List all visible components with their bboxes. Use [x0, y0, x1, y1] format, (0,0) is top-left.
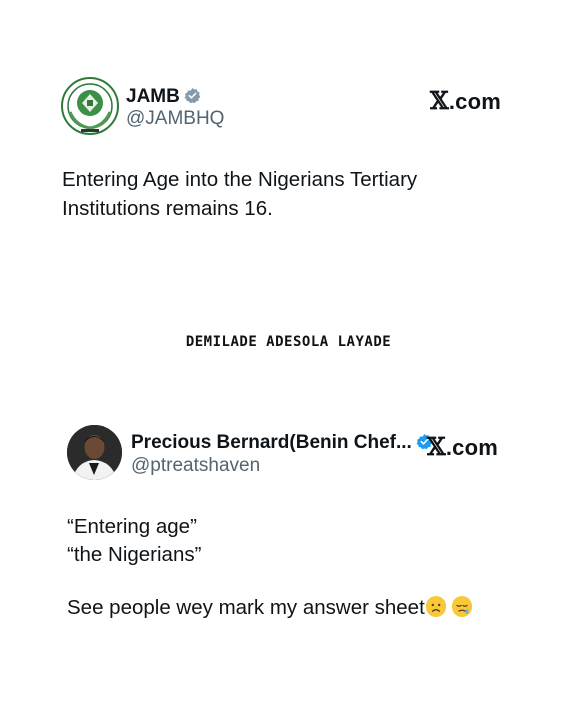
chef-avatar-icon — [67, 425, 122, 480]
reply-quote-line-2: “the Nigerians” — [67, 543, 202, 566]
reply-comment-text: See people wey mark my answer sheet — [67, 596, 425, 619]
x-com-suffix: .com — [448, 89, 501, 114]
account-handle[interactable]: @JAMBHQ — [126, 108, 224, 130]
reply-avatar[interactable] — [67, 425, 122, 480]
tweet-text: Entering Age into the Nigerians Tertiary… — [62, 168, 418, 220]
frowning-face-emoji — [425, 596, 446, 617]
reply-x-com-logo: 𝕏.com — [427, 432, 498, 461]
account-name[interactable]: JAMB — [126, 86, 201, 108]
reply-account-name-text: Precious Bernard(Benin Chef... — [131, 432, 412, 453]
pouting-face-emoji — [452, 596, 473, 617]
x-logo-icon: 𝕏 — [427, 432, 446, 461]
verified-gray-icon — [184, 88, 201, 104]
reply-comment: See people wey mark my answer sheet — [67, 593, 473, 622]
x-logo-icon: 𝕏 — [430, 86, 449, 115]
account-name-text: JAMB — [126, 86, 180, 107]
reply-account-name[interactable]: Precious Bernard(Benin Chef... — [131, 432, 433, 454]
jamb-logo-icon — [61, 77, 119, 135]
x-com-suffix: .com — [445, 435, 498, 460]
watermark-text: DEMILADE ADESOLA LAYADE — [185, 334, 392, 350]
x-com-logo: 𝕏.com — [430, 86, 501, 115]
jamb-avatar[interactable] — [60, 76, 120, 136]
reply-quote-line-1: “Entering age” — [67, 515, 197, 538]
reply-account-handle[interactable]: @ptreatshaven — [131, 455, 260, 477]
